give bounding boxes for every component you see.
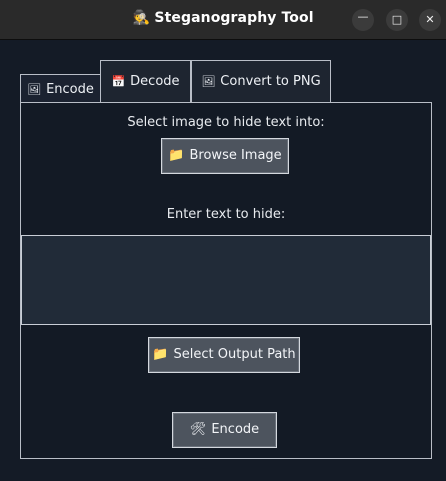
select-output-path-label: Select Output Path (173, 347, 296, 362)
select-image-label: Select image to hide text into: (127, 115, 325, 130)
select-output-path-button[interactable]: 📁 Select Output Path (148, 337, 300, 373)
tab-encode[interactable]: 🖼 Encode (20, 74, 101, 104)
app-window: 🕵 Steganography Tool — □ ✕ 🖼 Encode 📅 Decod… (0, 0, 446, 481)
minimize-icon: — (357, 10, 369, 23)
enter-text-label: Enter text to hide: (166, 207, 286, 222)
folder-icon: 📁 (168, 148, 185, 163)
calendar-icon: 📅 (111, 75, 126, 88)
image-icon: 🖼 (201, 75, 216, 88)
hidden-text-input[interactable] (21, 235, 431, 325)
encode-panel: Select image to hide text into: 📁 Browse … (20, 102, 432, 459)
window-title-text: Steganography Tool (154, 10, 314, 26)
browse-image-button[interactable]: 📁 Browse Image (161, 138, 289, 174)
image-icon: 🖼 (27, 83, 42, 96)
maximize-button[interactable]: □ (386, 9, 408, 31)
maximize-icon: □ (391, 13, 403, 26)
window-title: 🕵 Steganography Tool (0, 10, 446, 26)
close-button[interactable]: ✕ (419, 9, 441, 31)
tab-encode-label: Encode (46, 82, 94, 97)
close-icon: ✕ (425, 13, 435, 26)
folder-icon: 📁 (152, 347, 169, 362)
tab-decode-label: Decode (130, 74, 180, 89)
tab-decode[interactable]: 📅 Decode (100, 60, 191, 102)
titlebar[interactable]: 🕵 Steganography Tool — □ ✕ (0, 0, 446, 40)
minimize-button[interactable]: — (352, 9, 374, 31)
detective-icon: 🕵 (132, 10, 151, 26)
tools-icon: 🛠 (189, 422, 207, 437)
tab-convert-label: Convert to PNG (220, 74, 321, 89)
tab-convert-to-png[interactable]: 🖼 Convert to PNG (191, 60, 331, 102)
browse-image-label: Browse Image (189, 148, 282, 163)
encode-button[interactable]: 🛠 Encode (172, 412, 277, 448)
encode-button-label: Encode (211, 422, 260, 437)
